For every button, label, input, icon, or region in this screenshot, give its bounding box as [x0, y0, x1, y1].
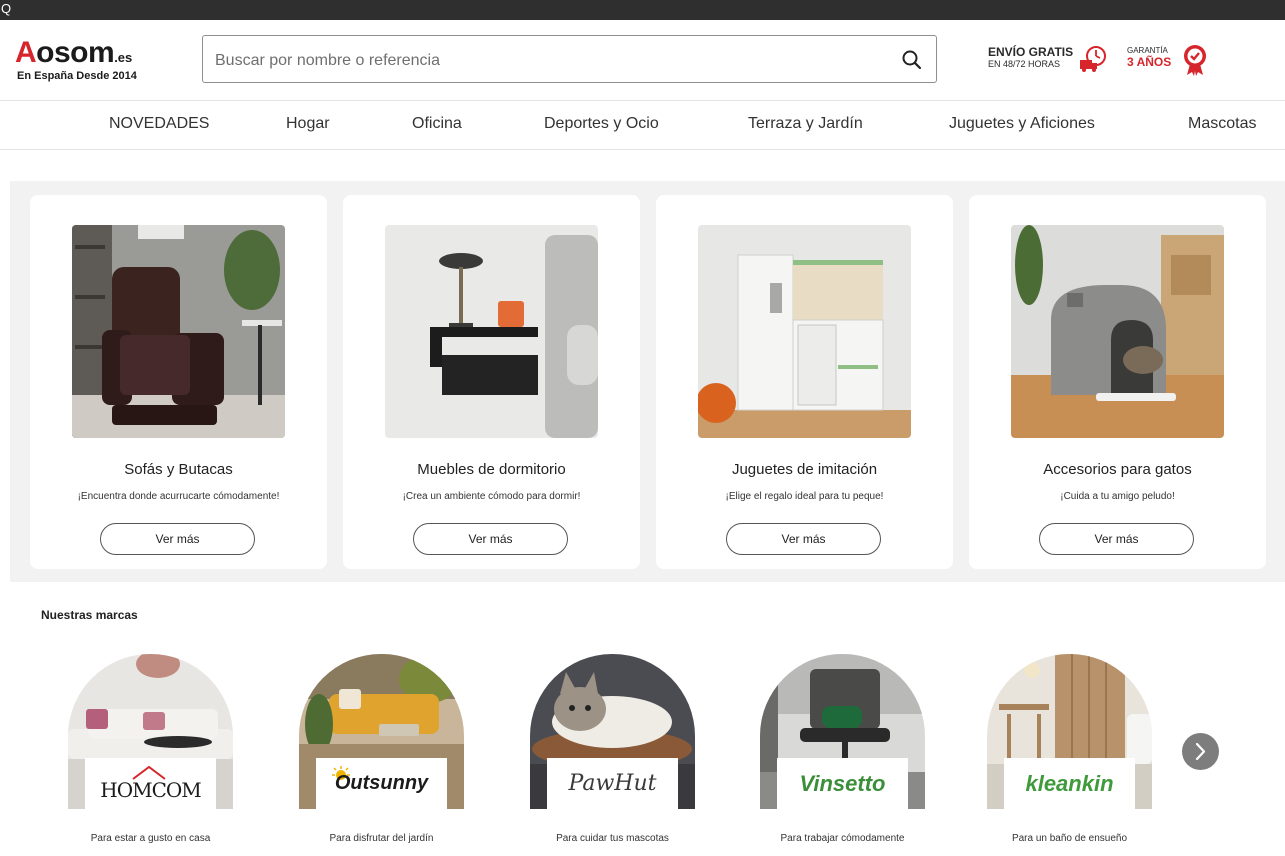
nav-item-hogar[interactable]: Hogar: [286, 115, 330, 133]
search-icon[interactable]: [900, 48, 924, 72]
brand-caption: Para disfrutar del jardín: [329, 833, 434, 844]
category-title: Muebles de dormitorio: [417, 461, 566, 478]
brand-logo-box: Vinsetto: [777, 758, 908, 810]
category-title: Sofás y Butacas: [124, 461, 233, 478]
brand-caption: Para trabajar cómodamente: [780, 833, 905, 844]
main-navigation: NOVEDADES Hogar Oficina Deportes y Ocio …: [0, 101, 1285, 150]
category-section: Sofás y Butacas ¡Encuentra donde acurruc…: [10, 181, 1285, 582]
brands-section-title: Nuestras marcas: [41, 608, 138, 622]
nav-item-juguetes-y-aficiones[interactable]: Juguetes y Aficiones: [949, 115, 1095, 133]
ver-mas-button[interactable]: Ver más: [413, 523, 568, 555]
top-bar-glyph: Q: [1, 1, 12, 16]
brand-logo-pawhut: PawHut: [568, 771, 657, 796]
ver-mas-button[interactable]: Ver más: [726, 523, 881, 555]
brand-logo-outsunny: Outsunny: [334, 772, 429, 794]
brand-logo-homcom: HOMCOM: [100, 778, 202, 802]
search-input[interactable]: [213, 48, 877, 74]
ver-mas-button[interactable]: Ver más: [1039, 523, 1194, 555]
brand-logo-box: Outsunny: [316, 758, 447, 810]
nav-item-terraza-y-jardin[interactable]: Terraza y Jardín: [748, 115, 863, 133]
category-card-juguetes[interactable]: Juguetes de imitación ¡Elige el regalo i…: [656, 195, 953, 569]
brand-item-homcom[interactable]: HOMCOM Para estar a gusto en casa: [68, 654, 233, 849]
category-image-juguetes[interactable]: [698, 225, 911, 438]
brand-item-pawhut[interactable]: PawHut Para cuidar tus mascotas: [530, 654, 695, 849]
category-subtitle: ¡Cuida a tu amigo peludo!: [1060, 491, 1175, 502]
category-image-dormitorio[interactable]: [385, 225, 598, 438]
brand-item-outsunny[interactable]: Outsunny Para disfrutar del jardín: [299, 654, 464, 849]
brand-caption: Para estar a gusto en casa: [90, 833, 211, 844]
nav-item-mascotas[interactable]: Mascotas: [1188, 115, 1256, 133]
chevron-right-icon: [1195, 742, 1206, 761]
category-subtitle: ¡Elige el regalo ideal para tu peque!: [725, 491, 884, 502]
aosom-logo[interactable]: Aosom.es En España Desde 2014: [15, 36, 165, 86]
logo-tagline: En España Desde 2014: [17, 70, 137, 82]
brand-item-vinsetto[interactable]: Vinsetto Para trabajar cómodamente: [760, 654, 925, 849]
truck-clock-icon: [1080, 46, 1106, 72]
nav-item-oficina[interactable]: Oficina: [412, 115, 462, 133]
brand-logo-box: PawHut: [547, 758, 678, 810]
brand-logo-box: kleankin: [1004, 758, 1135, 810]
brand-item-kleankin[interactable]: kleankin Para un baño de ensueño: [987, 654, 1152, 849]
browser-top-bar: Q: [0, 0, 1285, 20]
category-card-sofas[interactable]: Sofás y Butacas ¡Encuentra donde acurruc…: [30, 195, 327, 569]
site-header: Aosom.es En España Desde 2014 ENVÍO GRAT…: [0, 20, 1285, 101]
category-image-gatos[interactable]: [1011, 225, 1224, 438]
brands-next-button[interactable]: [1182, 733, 1219, 770]
category-image-sofas[interactable]: [72, 225, 285, 438]
warranty-promo: GARANTÍA 3 AÑOS: [1127, 45, 1217, 76]
search-box: [202, 35, 937, 83]
category-card-gatos[interactable]: Accesorios para gatos ¡Cuida a tu amigo …: [969, 195, 1266, 569]
nav-item-novedades[interactable]: NOVEDADES: [109, 115, 209, 133]
nav-item-deportes-y-ocio[interactable]: Deportes y Ocio: [544, 115, 659, 133]
free-shipping-promo: ENVÍO GRATIS EN 48/72 HORAS: [988, 46, 1118, 76]
badge-check-icon: [1184, 45, 1206, 76]
category-title: Juguetes de imitación: [731, 461, 878, 478]
category-title: Accesorios para gatos: [1043, 461, 1192, 478]
category-card-dormitorio[interactable]: Muebles de dormitorio ¡Crea un ambiente …: [343, 195, 640, 569]
brand-caption: Para un baño de ensueño: [1011, 833, 1128, 844]
brand-logo-box: HOMCOM: [85, 758, 216, 810]
brand-caption: Para cuidar tus mascotas: [556, 833, 669, 844]
brand-logo-vinsetto: Vinsetto: [799, 771, 886, 796]
ver-mas-button[interactable]: Ver más: [100, 523, 255, 555]
category-subtitle: ¡Crea un ambiente cómodo para dormir!: [402, 491, 581, 502]
brand-logo-kleankin: kleankin: [1025, 771, 1114, 796]
category-subtitle: ¡Encuentra donde acurrucarte cómodamente…: [77, 491, 280, 502]
